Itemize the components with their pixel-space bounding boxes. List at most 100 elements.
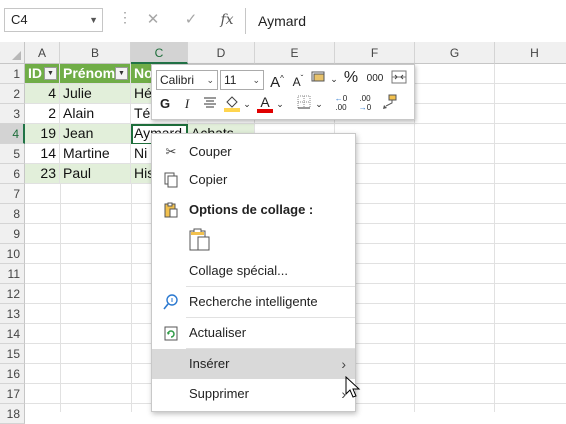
font-color-icon[interactable]: A [256,93,274,113]
paste-icon[interactable] [187,227,213,253]
percent-icon[interactable]: % [342,69,360,87]
row-header[interactable]: 16 [0,364,25,384]
increase-decimal-icon[interactable]: ←0.00 [330,94,352,112]
paste-options-label: Options de collage : [189,202,314,217]
chevron-down-icon[interactable]: ⌄ [252,71,260,89]
menu-item-label: Supprimer [189,386,249,401]
row-header[interactable]: 18 [0,404,25,424]
menu-item-paste-special[interactable]: Collage spécial... [152,256,355,286]
row-header[interactable]: 7 [0,184,25,204]
menu-item-cut[interactable]: ✂ Couper [152,137,355,167]
column-header-f[interactable]: F [335,42,415,64]
row-header[interactable]: 12 [0,284,25,304]
enter-icon[interactable]: ✓ [180,10,202,30]
row-header[interactable]: 9 [0,224,25,244]
chevron-down-icon[interactable]: ⌄ [275,95,285,113]
bold-button[interactable]: G [158,95,172,113]
table-cell-prenom[interactable]: Martine [60,144,131,164]
decrease-decimal-icon[interactable]: .00 →0 [354,94,376,112]
menu-item-label: Collage spécial... [189,263,288,278]
menu-item-label: Recherche intelligente [189,294,318,309]
row-header[interactable]: 17 [0,384,25,404]
smart-lookup-icon [163,294,179,310]
formula-input[interactable]: Aymard [252,8,566,34]
thousands-separator-icon[interactable]: 000 [364,70,386,88]
menu-item-label: Insérer [189,356,230,371]
more-options-icon[interactable]: ⋮ [118,10,132,24]
copy-icon [163,172,179,188]
formula-bar: C4 ▼ ⋮ ✕ ✓ fx Aymard [0,0,566,42]
row-header[interactable]: 6 [0,164,25,184]
table-cell-id[interactable]: 2 [25,104,60,124]
font-name-value: Calibri [160,73,195,87]
row-header[interactable]: 8 [0,204,25,224]
chevron-down-icon[interactable]: ⌄ [242,95,252,113]
table-header-id[interactable]: ID ▼ [25,64,60,84]
scissors-icon: ✂ [165,144,177,159]
filter-dropdown-icon[interactable]: ▼ [115,67,128,80]
row-header[interactable]: 5 [0,144,25,164]
insert-function-icon[interactable]: fx [216,10,238,30]
table-cell-id[interactable]: 19 [25,124,60,144]
column-header-e[interactable]: E [255,42,335,64]
table-cell-prenom[interactable]: Paul [60,164,131,184]
chevron-down-icon[interactable]: ▼ [89,9,98,31]
chevron-down-icon[interactable]: ⌄ [314,95,324,113]
menu-item-label: Couper [189,144,232,159]
menu-item-smart-lookup[interactable]: Recherche intelligente [152,287,355,317]
formula-bar-divider [245,8,246,34]
name-box-value: C4 [11,12,28,27]
row-header[interactable]: 10 [0,244,25,264]
align-center-icon[interactable] [202,95,218,113]
paste-options-header: Options de collage : [152,195,355,225]
table-cell-prenom[interactable]: Jean [60,124,131,144]
menu-item-label: Actualiser [189,325,247,340]
row-header[interactable]: 3 [0,104,25,124]
font-name-combo[interactable]: Calibri ⌄ [156,70,218,90]
font-size-combo[interactable]: 11 ⌄ [220,70,264,90]
format-painter-icon[interactable] [380,94,398,115]
filter-dropdown-icon[interactable]: ▼ [44,67,57,80]
mouse-cursor-icon [345,376,361,398]
row-header[interactable]: 4 [0,124,25,144]
row-header[interactable]: 15 [0,344,25,364]
menu-item-delete[interactable]: Supprimer › [152,379,355,409]
row-header[interactable]: 2 [0,84,25,104]
chevron-down-icon[interactable]: ⌄ [206,71,214,89]
name-box[interactable]: C4 ▼ [4,8,103,32]
menu-item-insert[interactable]: Insérer › [152,349,355,379]
table-cell-prenom[interactable]: Alain [60,104,131,124]
chevron-down-icon[interactable]: ⌄ [329,70,339,88]
column-header-b[interactable]: B [60,42,131,64]
column-header-g[interactable]: G [415,42,495,64]
chevron-right-icon: › [341,356,346,372]
shrink-font-icon[interactable]: Aˇ [289,70,307,91]
borders-icon[interactable] [296,95,312,114]
column-header-d[interactable]: D [188,42,255,64]
accounting-format-icon[interactable] [310,70,328,89]
column-header-c[interactable]: C [131,42,188,64]
row-header[interactable]: 14 [0,324,25,344]
table-cell-id[interactable]: 4 [25,84,60,104]
fill-color-icon[interactable] [223,94,241,117]
table-cell-id[interactable]: 23 [25,164,60,184]
row-header[interactable]: 11 [0,264,25,284]
italic-button[interactable]: I [180,95,194,113]
menu-item-label: Copier [189,172,228,187]
select-all-button[interactable] [0,42,25,64]
row-header[interactable]: 1 [0,64,25,84]
cancel-icon[interactable]: ✕ [142,10,164,30]
menu-item-refresh[interactable]: Actualiser [152,318,355,348]
menu-item-copy[interactable]: Copier [152,165,355,195]
column-header-a[interactable]: A [25,42,60,64]
table-header-prenom[interactable]: Prénom ▼ [60,64,131,84]
mini-toolbar: Calibri ⌄ 11 ⌄ A^ Aˇ ⌄ % 000 G I ⌄ A ⌄ ⌄… [151,64,415,120]
column-header-h[interactable]: H [495,42,566,64]
row-header[interactable]: 13 [0,304,25,324]
table-cell-prenom[interactable]: Julie [60,84,131,104]
table-cell-id[interactable]: 14 [25,144,60,164]
clipboard-icon [163,202,179,218]
grow-font-icon[interactable]: A^ [268,70,286,92]
merge-center-icon[interactable] [390,70,408,89]
font-size-value: 11 [224,73,237,87]
